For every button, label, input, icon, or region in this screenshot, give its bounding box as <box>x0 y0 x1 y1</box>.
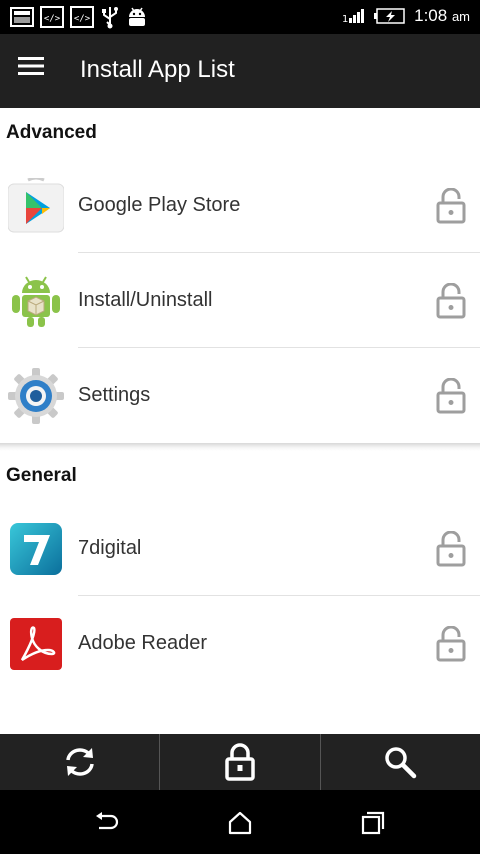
clock: 1:08 am <box>414 6 470 26</box>
app-list[interactable]: Advanced Google Play Store Install/Unins… <box>0 108 480 734</box>
app-toolbar: Install App List <box>0 34 480 108</box>
code-icon: </> <box>70 6 94 28</box>
clock-time: 1:08 <box>414 6 448 25</box>
system-status: 1 1:08 am <box>342 6 470 26</box>
section-advanced: Advanced Google Play Store Install/Unins… <box>0 108 480 443</box>
list-item-google-play-store[interactable]: Google Play Store <box>0 158 480 253</box>
section-header: General <box>6 465 77 486</box>
app-label: 7digital <box>78 537 142 559</box>
settings-gear-icon <box>8 368 64 424</box>
7digital-icon <box>10 523 62 575</box>
system-nav-bar <box>0 790 480 854</box>
lock-icon <box>225 743 255 781</box>
refresh-icon <box>65 748 94 776</box>
image-icon <box>10 7 34 27</box>
menu-button[interactable] <box>18 56 58 86</box>
list-item-7digital[interactable]: 7digital <box>0 501 480 596</box>
svg-text:</>: </> <box>44 14 61 24</box>
status-bar: </> </> 1 1:08 am <box>0 0 480 34</box>
signal-icon: 1 <box>342 9 365 25</box>
menu-icon <box>18 57 44 75</box>
recents-icon[interactable] <box>360 810 386 836</box>
battery-charging-icon <box>374 8 405 24</box>
android-package-icon <box>12 276 60 327</box>
section-header: Advanced <box>6 122 97 143</box>
svg-text:1: 1 <box>342 14 348 25</box>
clock-ampm: am <box>451 9 470 24</box>
section-divider <box>0 443 480 451</box>
app-label: Install/Uninstall <box>78 289 213 311</box>
list-item-settings[interactable]: Settings <box>0 348 480 443</box>
lock-icon[interactable] <box>436 283 466 319</box>
section-general: General 7digital Adobe Reader <box>0 451 480 691</box>
action-bar <box>0 734 480 790</box>
app-label: Settings <box>78 384 151 406</box>
home-icon[interactable] <box>227 810 253 836</box>
code-icon: </> <box>40 6 64 28</box>
adobe-reader-icon <box>10 618 62 670</box>
lock-all-button[interactable] <box>160 734 321 790</box>
svg-text:</>: </> <box>74 14 91 24</box>
app-label: Adobe Reader <box>78 632 207 654</box>
lock-icon[interactable] <box>436 188 466 224</box>
google-play-icon <box>8 178 64 233</box>
lock-icon[interactable] <box>436 531 466 567</box>
back-icon[interactable] <box>94 810 120 836</box>
list-item-install-uninstall[interactable]: Install/Uninstall <box>0 253 480 348</box>
list-item-adobe-reader[interactable]: Adobe Reader <box>0 596 480 691</box>
search-button[interactable] <box>321 734 480 790</box>
lock-icon[interactable] <box>436 626 466 662</box>
notification-icons: </> </> <box>10 5 148 29</box>
page-title: Install App List <box>80 56 235 83</box>
lock-icon[interactable] <box>436 378 466 414</box>
app-label: Google Play Store <box>78 194 241 216</box>
search-icon <box>385 747 417 779</box>
android-debug-icon <box>129 7 145 26</box>
refresh-button[interactable] <box>0 734 161 790</box>
usb-icon <box>102 7 118 29</box>
